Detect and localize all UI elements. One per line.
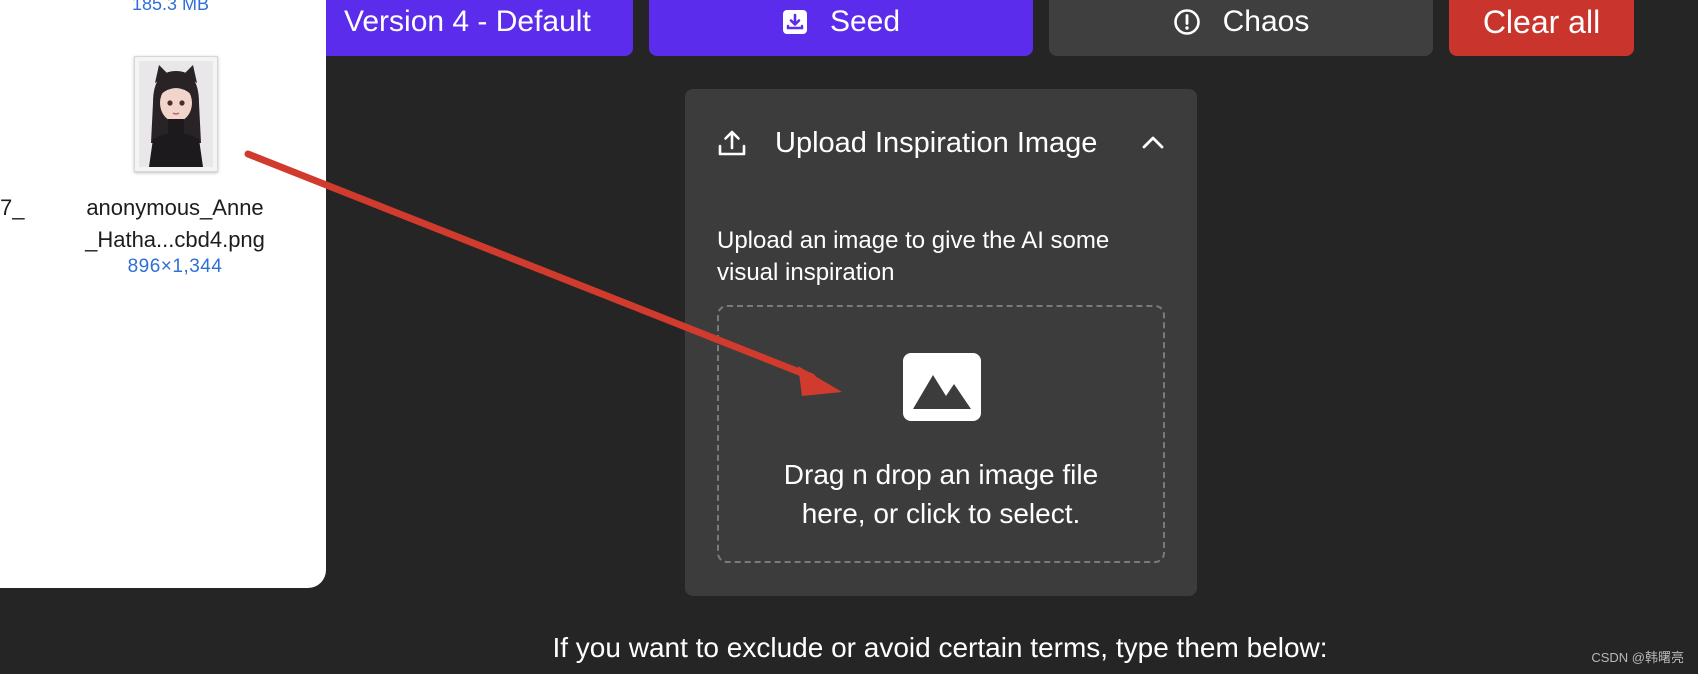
upload-icon xyxy=(717,128,747,158)
chaos-label: Chaos xyxy=(1222,5,1310,38)
watermark: CSDN @韩曙亮 xyxy=(1591,650,1684,665)
seed-label: Seed xyxy=(829,5,901,38)
image-placeholder-icon xyxy=(903,353,981,421)
app-root: Version 4 - Default Seed Chaos Clear all… xyxy=(0,0,1698,674)
image-dropzone[interactable]: Drag n drop an image file here, or click… xyxy=(717,305,1165,563)
upload-card-header[interactable]: Upload Inspiration Image xyxy=(717,121,1167,165)
chaos-button[interactable]: Chaos xyxy=(1049,0,1433,56)
upload-description: Upload an image to give the AI some visu… xyxy=(717,227,1110,286)
seed-button[interactable]: Seed xyxy=(649,0,1033,56)
version-label: Version 4 - Default xyxy=(344,5,591,38)
seed-download-icon xyxy=(782,9,808,35)
finder-window: 185.3 MB 7_ anonymous_Anne _Hatha...cbd4… xyxy=(0,0,326,588)
exclude-terms-prompt: If you want to exclude or avoid certain … xyxy=(552,632,1328,663)
upload-inspiration-card: Upload Inspiration Image Upload an image… xyxy=(685,89,1197,596)
file-thumbnail[interactable] xyxy=(134,56,218,172)
version-select-button[interactable]: Version 4 - Default xyxy=(300,0,633,56)
clear-all-button[interactable]: Clear all xyxy=(1449,0,1634,56)
file-name[interactable]: anonymous_Anne _Hatha...cbd4.png xyxy=(70,192,280,256)
dropzone-instructions: Drag n drop an image file here, or click… xyxy=(719,455,1163,533)
chevron-up-icon[interactable] xyxy=(1139,129,1167,157)
file-name-line-2: _Hatha...cbd4.png xyxy=(85,227,265,252)
file-name-line-1: anonymous_Anne xyxy=(86,195,264,220)
adjacent-file-name-fragment: 7_ xyxy=(0,195,25,220)
upload-card-title: Upload Inspiration Image xyxy=(775,126,1098,159)
clear-all-label: Clear all xyxy=(1482,3,1601,40)
chaos-info-icon xyxy=(1173,8,1201,36)
file-size-label: 185.3 MB xyxy=(132,0,210,14)
dropzone-line-2: here, or click to select. xyxy=(801,498,1081,529)
file-dimensions: 896×1,344 xyxy=(127,256,223,277)
dropzone-line-1: Drag n drop an image file xyxy=(783,459,1099,490)
